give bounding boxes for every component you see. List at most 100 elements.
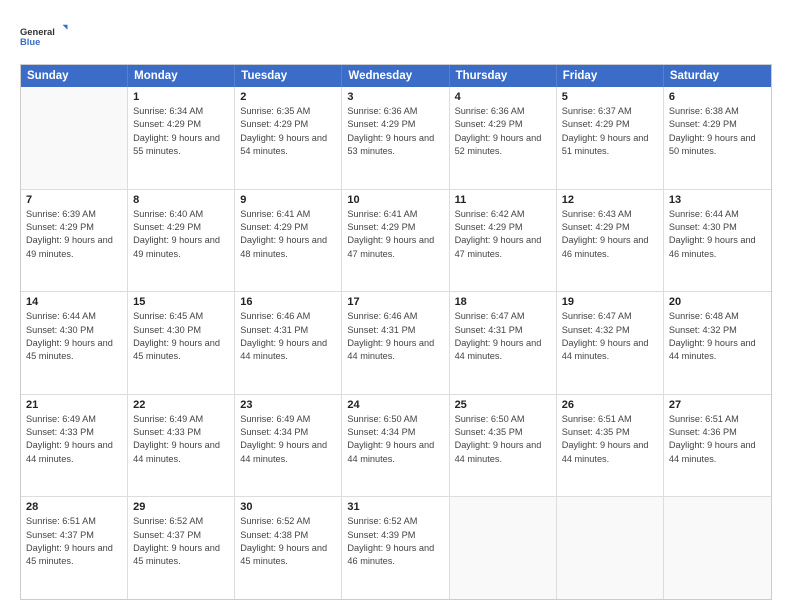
- daylight-text: Daylight: 9 hours and 44 minutes.: [347, 439, 443, 466]
- calendar-cell: 12Sunrise: 6:43 AMSunset: 4:29 PMDayligh…: [557, 190, 664, 292]
- calendar-cell: 17Sunrise: 6:46 AMSunset: 4:31 PMDayligh…: [342, 292, 449, 394]
- day-number: 23: [240, 399, 336, 411]
- daylight-text: Daylight: 9 hours and 44 minutes.: [669, 439, 766, 466]
- calendar-cell: 10Sunrise: 6:41 AMSunset: 4:29 PMDayligh…: [342, 190, 449, 292]
- calendar-cell: 9Sunrise: 6:41 AMSunset: 4:29 PMDaylight…: [235, 190, 342, 292]
- day-number: 13: [669, 194, 766, 206]
- calendar-row: 14Sunrise: 6:44 AMSunset: 4:30 PMDayligh…: [21, 292, 771, 395]
- sunset-text: Sunset: 4:33 PM: [133, 426, 229, 439]
- calendar-cell: 20Sunrise: 6:48 AMSunset: 4:32 PMDayligh…: [664, 292, 771, 394]
- calendar-cell: 3Sunrise: 6:36 AMSunset: 4:29 PMDaylight…: [342, 87, 449, 189]
- daylight-text: Daylight: 9 hours and 44 minutes.: [669, 337, 766, 364]
- calendar-cell: 21Sunrise: 6:49 AMSunset: 4:33 PMDayligh…: [21, 395, 128, 497]
- sunset-text: Sunset: 4:29 PM: [347, 221, 443, 234]
- day-number: 26: [562, 399, 658, 411]
- calendar-cell: 13Sunrise: 6:44 AMSunset: 4:30 PMDayligh…: [664, 190, 771, 292]
- sunset-text: Sunset: 4:29 PM: [133, 118, 229, 131]
- sunrise-text: Sunrise: 6:48 AM: [669, 310, 766, 323]
- day-number: 25: [455, 399, 551, 411]
- daylight-text: Daylight: 9 hours and 44 minutes.: [455, 439, 551, 466]
- daylight-text: Daylight: 9 hours and 51 minutes.: [562, 132, 658, 159]
- svg-text:General: General: [20, 27, 55, 37]
- daylight-text: Daylight: 9 hours and 44 minutes.: [240, 337, 336, 364]
- sunset-text: Sunset: 4:29 PM: [240, 118, 336, 131]
- calendar-cell: 25Sunrise: 6:50 AMSunset: 4:35 PMDayligh…: [450, 395, 557, 497]
- daylight-text: Daylight: 9 hours and 49 minutes.: [26, 234, 122, 261]
- sunrise-text: Sunrise: 6:46 AM: [240, 310, 336, 323]
- sunrise-text: Sunrise: 6:49 AM: [240, 413, 336, 426]
- day-number: 24: [347, 399, 443, 411]
- calendar-header: SundayMondayTuesdayWednesdayThursdayFrid…: [21, 65, 771, 87]
- daylight-text: Daylight: 9 hours and 47 minutes.: [455, 234, 551, 261]
- calendar-cell: [21, 87, 128, 189]
- daylight-text: Daylight: 9 hours and 46 minutes.: [562, 234, 658, 261]
- day-number: 15: [133, 296, 229, 308]
- day-number: 18: [455, 296, 551, 308]
- daylight-text: Daylight: 9 hours and 52 minutes.: [455, 132, 551, 159]
- daylight-text: Daylight: 9 hours and 54 minutes.: [240, 132, 336, 159]
- sunrise-text: Sunrise: 6:38 AM: [669, 105, 766, 118]
- sunset-text: Sunset: 4:39 PM: [347, 529, 443, 542]
- weekday-header: Monday: [128, 65, 235, 87]
- day-number: 20: [669, 296, 766, 308]
- day-number: 11: [455, 194, 551, 206]
- day-number: 29: [133, 501, 229, 513]
- sunrise-text: Sunrise: 6:40 AM: [133, 208, 229, 221]
- weekday-header: Tuesday: [235, 65, 342, 87]
- sunrise-text: Sunrise: 6:41 AM: [240, 208, 336, 221]
- sunset-text: Sunset: 4:30 PM: [26, 324, 122, 337]
- sunset-text: Sunset: 4:31 PM: [240, 324, 336, 337]
- daylight-text: Daylight: 9 hours and 48 minutes.: [240, 234, 336, 261]
- calendar-cell: 27Sunrise: 6:51 AMSunset: 4:36 PMDayligh…: [664, 395, 771, 497]
- day-number: 3: [347, 91, 443, 103]
- weekday-header: Friday: [557, 65, 664, 87]
- daylight-text: Daylight: 9 hours and 46 minutes.: [347, 542, 443, 569]
- calendar-cell: 8Sunrise: 6:40 AMSunset: 4:29 PMDaylight…: [128, 190, 235, 292]
- sunset-text: Sunset: 4:30 PM: [133, 324, 229, 337]
- daylight-text: Daylight: 9 hours and 53 minutes.: [347, 132, 443, 159]
- sunrise-text: Sunrise: 6:34 AM: [133, 105, 229, 118]
- daylight-text: Daylight: 9 hours and 44 minutes.: [562, 439, 658, 466]
- day-number: 31: [347, 501, 443, 513]
- day-number: 28: [26, 501, 122, 513]
- weekday-header: Sunday: [21, 65, 128, 87]
- sunrise-text: Sunrise: 6:35 AM: [240, 105, 336, 118]
- sunset-text: Sunset: 4:37 PM: [26, 529, 122, 542]
- sunrise-text: Sunrise: 6:46 AM: [347, 310, 443, 323]
- day-number: 1: [133, 91, 229, 103]
- daylight-text: Daylight: 9 hours and 44 minutes.: [455, 337, 551, 364]
- calendar: SundayMondayTuesdayWednesdayThursdayFrid…: [20, 64, 772, 600]
- calendar-row: 7Sunrise: 6:39 AMSunset: 4:29 PMDaylight…: [21, 190, 771, 293]
- sunset-text: Sunset: 4:38 PM: [240, 529, 336, 542]
- calendar-cell: [450, 497, 557, 599]
- sunrise-text: Sunrise: 6:44 AM: [669, 208, 766, 221]
- sunset-text: Sunset: 4:35 PM: [455, 426, 551, 439]
- page: General Blue SundayMondayTuesdayWednesda…: [0, 0, 792, 612]
- calendar-cell: 16Sunrise: 6:46 AMSunset: 4:31 PMDayligh…: [235, 292, 342, 394]
- daylight-text: Daylight: 9 hours and 44 minutes.: [347, 337, 443, 364]
- calendar-cell: 15Sunrise: 6:45 AMSunset: 4:30 PMDayligh…: [128, 292, 235, 394]
- day-number: 5: [562, 91, 658, 103]
- day-number: 17: [347, 296, 443, 308]
- day-number: 21: [26, 399, 122, 411]
- sunrise-text: Sunrise: 6:49 AM: [133, 413, 229, 426]
- sunrise-text: Sunrise: 6:52 AM: [240, 515, 336, 528]
- weekday-header: Saturday: [664, 65, 771, 87]
- calendar-cell: 2Sunrise: 6:35 AMSunset: 4:29 PMDaylight…: [235, 87, 342, 189]
- calendar-row: 1Sunrise: 6:34 AMSunset: 4:29 PMDaylight…: [21, 87, 771, 190]
- day-number: 14: [26, 296, 122, 308]
- sunset-text: Sunset: 4:29 PM: [455, 221, 551, 234]
- calendar-cell: 18Sunrise: 6:47 AMSunset: 4:31 PMDayligh…: [450, 292, 557, 394]
- sunset-text: Sunset: 4:33 PM: [26, 426, 122, 439]
- sunrise-text: Sunrise: 6:37 AM: [562, 105, 658, 118]
- daylight-text: Daylight: 9 hours and 50 minutes.: [669, 132, 766, 159]
- daylight-text: Daylight: 9 hours and 46 minutes.: [669, 234, 766, 261]
- calendar-cell: 7Sunrise: 6:39 AMSunset: 4:29 PMDaylight…: [21, 190, 128, 292]
- sunset-text: Sunset: 4:29 PM: [669, 118, 766, 131]
- sunset-text: Sunset: 4:29 PM: [240, 221, 336, 234]
- sunrise-text: Sunrise: 6:51 AM: [669, 413, 766, 426]
- daylight-text: Daylight: 9 hours and 44 minutes.: [240, 439, 336, 466]
- sunset-text: Sunset: 4:29 PM: [455, 118, 551, 131]
- sunrise-text: Sunrise: 6:39 AM: [26, 208, 122, 221]
- daylight-text: Daylight: 9 hours and 45 minutes.: [26, 542, 122, 569]
